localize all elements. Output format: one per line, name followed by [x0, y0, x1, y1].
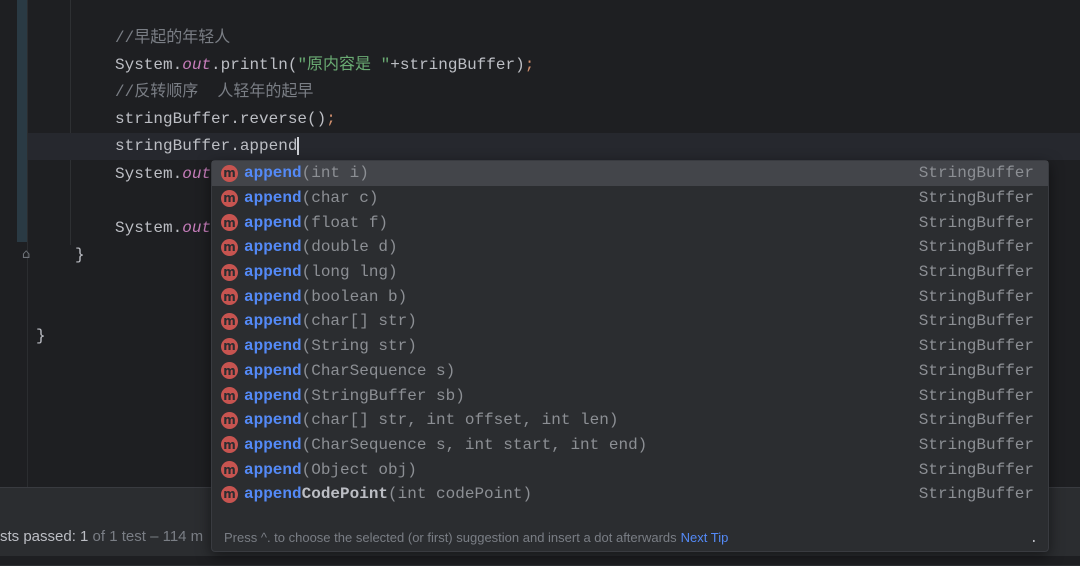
code-line: System.out.println("原内容是 "+stringBuffer)… [115, 56, 535, 74]
method-params: (double d) [301, 238, 398, 257]
method-params: (float f) [301, 213, 389, 232]
method-params: (char[] str, int offset, int len) [301, 411, 619, 430]
return-type: StringBuffer [918, 411, 1034, 430]
return-type: StringBuffer [918, 361, 1034, 380]
method-icon: m [221, 362, 238, 380]
return-type: StringBuffer [918, 164, 1034, 183]
completion-popup: m append (int i) StringBuffer m append (char c… [211, 160, 1049, 552]
method-name: append [244, 263, 302, 282]
method-name: append [244, 213, 302, 232]
return-type: StringBuffer [918, 435, 1034, 454]
gutter-divider [27, 0, 28, 487]
method-name: append [244, 164, 302, 183]
code-comment: //反转顺序 人轻年的起早 [115, 83, 314, 101]
completion-item[interactable]: m append (boolean b) StringBuffer [212, 284, 1048, 309]
method-name: append [244, 337, 302, 356]
method-params: (char[] str) [301, 312, 417, 331]
completion-item[interactable]: m append (char[] str) StringBuffer [212, 309, 1048, 334]
method-name: append [244, 189, 302, 208]
method-icon: m [221, 312, 238, 330]
method-params: (String str) [301, 337, 417, 356]
completion-item[interactable]: m append (Object obj) StringBuffer [212, 457, 1048, 482]
method-name: append [244, 460, 302, 479]
completion-item[interactable]: m append (double d) StringBuffer [212, 235, 1048, 260]
completion-item[interactable]: m append (char[] str, int offset, int len)… [212, 408, 1048, 433]
method-params: (int codePoint) [388, 485, 533, 504]
method-icon: m [221, 288, 238, 306]
method-params: (StringBuffer sb) [301, 386, 465, 405]
method-params: (Object obj) [301, 460, 417, 479]
code-line-current: stringBuffer.append [115, 136, 300, 155]
method-icon: m [221, 214, 238, 232]
return-type: StringBuffer [918, 460, 1034, 479]
method-icon: m [221, 164, 238, 182]
return-type: StringBuffer [918, 213, 1034, 232]
method-icon: m [221, 411, 238, 429]
method-icon: m [221, 461, 238, 479]
completion-item[interactable]: m append (int i) StringBuffer [212, 161, 1048, 186]
method-icon: m [221, 387, 238, 405]
method-params: (CharSequence s) [301, 361, 456, 380]
return-type: StringBuffer [918, 312, 1034, 331]
return-type: StringBuffer [918, 337, 1034, 356]
completion-item[interactable]: m append (char c) StringBuffer [212, 186, 1048, 211]
method-name: append [244, 435, 302, 454]
method-icon: m [221, 337, 238, 355]
completion-tip: Press ^. to choose the selected (or firs… [224, 530, 729, 545]
method-name: append [244, 287, 302, 306]
method-params: (boolean b) [301, 287, 408, 306]
method-icon: m [221, 485, 238, 503]
next-tip-link[interactable]: Next Tip [681, 530, 729, 545]
closing-brace: } [36, 327, 46, 345]
completion-item[interactable]: m append (CharSequence s) StringBuffer [212, 359, 1048, 384]
method-icon: m [221, 263, 238, 281]
method-icon: m [221, 436, 238, 454]
completion-item[interactable]: m append CodePoint (int codePoint) StringBuf… [212, 482, 1048, 507]
return-type: StringBuffer [918, 263, 1034, 282]
return-type: StringBuffer [918, 485, 1034, 504]
method-params: (CharSequence s, int start, int end) [301, 435, 648, 454]
method-icon: m [221, 238, 238, 256]
completion-item[interactable]: m append (StringBuffer sb) StringBuffer [212, 383, 1048, 408]
method-name-suffix: CodePoint [301, 485, 389, 504]
console-strip [0, 556, 1080, 565]
code-line: stringBuffer.reverse(); [115, 110, 336, 128]
method-params: (char c) [301, 189, 379, 208]
completion-item[interactable]: m append (CharSequence s, int start, int e… [212, 433, 1048, 458]
code-comment: //早起的年轻人 [115, 29, 231, 47]
return-type: StringBuffer [918, 287, 1034, 306]
method-params: (int i) [301, 164, 369, 183]
method-name: append [244, 361, 302, 380]
method-name: append [244, 238, 302, 257]
completion-item[interactable]: m append (String str) StringBuffer [212, 334, 1048, 359]
method-params: (long lng) [301, 263, 398, 282]
return-type: StringBuffer [918, 238, 1034, 257]
return-type: StringBuffer [918, 386, 1034, 405]
code-line: System.out [115, 219, 212, 237]
indent-guide [70, 0, 71, 245]
return-type: StringBuffer [918, 189, 1034, 208]
fold-icon[interactable]: ⌂ [22, 247, 30, 262]
method-name: append [244, 312, 302, 331]
vcs-change-marker [17, 0, 27, 242]
completion-item[interactable]: m append (long lng) StringBuffer [212, 260, 1048, 285]
method-name: append [244, 485, 302, 504]
test-status: sts passed: 1 of 1 test – 114 m [0, 528, 204, 545]
method-icon: m [221, 189, 238, 207]
method-name: append [244, 386, 302, 405]
popup-menu-button[interactable]: . [1030, 531, 1038, 547]
method-name: append [244, 411, 302, 430]
text-caret [297, 136, 300, 155]
completion-item[interactable]: m append (float f) StringBuffer [212, 210, 1048, 235]
closing-brace: } [75, 246, 85, 264]
code-line: System.out [115, 165, 212, 183]
